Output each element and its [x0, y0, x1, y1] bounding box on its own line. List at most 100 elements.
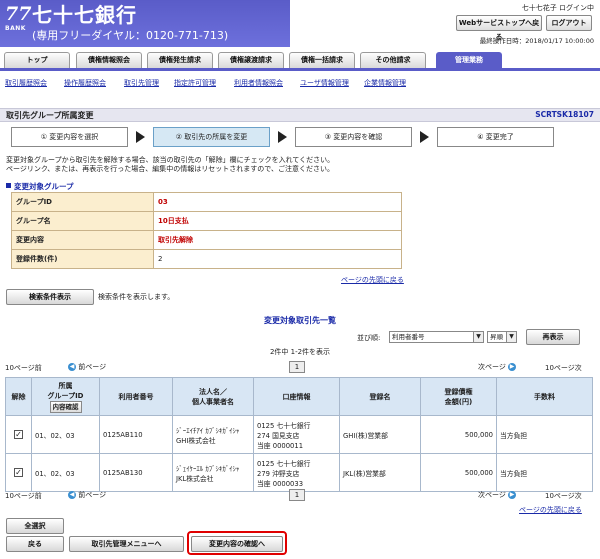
redisplay-button[interactable]: 再表示: [526, 329, 580, 345]
page-top-link[interactable]: ページの先頭に戻る: [519, 505, 582, 515]
page-top-link[interactable]: ページの先頭に戻る: [341, 275, 404, 285]
corp-name: JKL株式会社: [176, 474, 214, 483]
col-amount-line1: 登録債権: [444, 387, 473, 396]
amount-cell: 500,000: [420, 415, 497, 454]
tab-credit-issue[interactable]: 債権発生請求: [147, 52, 213, 68]
pager-next-label: 次ページ: [478, 491, 506, 499]
step-4: ④ 変更完了: [437, 127, 554, 147]
info-row: グループ名 10日支払: [11, 211, 402, 231]
section-title: 変更対象グループ: [14, 182, 74, 191]
order-value: 昇順: [490, 333, 503, 341]
back-button[interactable]: 戻る: [6, 536, 64, 552]
sort-value: 利用者番号: [392, 333, 425, 341]
release-checkbox[interactable]: ✓: [14, 468, 23, 477]
col-account: 口座情報: [253, 377, 340, 416]
tab-other-request[interactable]: その他請求: [360, 52, 426, 68]
subnav-company-management[interactable]: 企業情報管理: [364, 78, 406, 88]
page-title: 取引先グループ所属変更: [6, 111, 94, 120]
instruction-line-2: ページリンク、または、再表示を行った場合、編集中の情報はリセットされますので、ご…: [6, 165, 334, 173]
account-bank: 0125 七十七銀行: [257, 421, 311, 430]
account-branch: 279 沖野支店: [257, 469, 300, 478]
subnav-transaction-history[interactable]: 取引履歴照会: [5, 78, 47, 88]
release-cell: ✓: [5, 453, 32, 492]
col-corp-line2: 個人事業者名: [192, 397, 234, 406]
web-service-top-button[interactable]: Webサービストップへ戻る: [456, 15, 542, 41]
freedial-number: (専用フリーダイヤル：0120-771-713): [32, 29, 229, 42]
col-fee: 手数料: [496, 377, 593, 416]
subnav-permission-management[interactable]: 指定許可管理: [174, 78, 216, 88]
tab-credit-info[interactable]: 債権情報照会: [76, 52, 142, 68]
release-checkbox[interactable]: ✓: [14, 430, 23, 439]
partner-menu-button[interactable]: 取引先管理メニューへ: [69, 536, 184, 552]
fee-cell: 当方負担: [496, 415, 593, 454]
subnav-partner-management[interactable]: 取引先管理: [124, 78, 159, 88]
logout-button[interactable]: ログアウト: [546, 15, 592, 31]
tab-bulk-request[interactable]: 債権一括請求: [289, 52, 355, 68]
col-registered-name: 登録名: [339, 377, 421, 416]
pager-prev-label: 前ページ: [78, 363, 107, 371]
info-label: 変更内容: [11, 230, 154, 250]
col-release: 解除: [5, 377, 32, 416]
subnav-operation-history[interactable]: 操作履歴照会: [64, 78, 106, 88]
table-row: ✓ 01、02、03 0125AB110 ｼﾞｰｴｲﾁｱｲ ｶﾌﾞｼｷｶﾞｲｼｬ…: [5, 415, 593, 454]
pager-next[interactable]: 次ページ ▶: [478, 490, 517, 500]
table-header-row: 解除 所属 グループID 内容確認 利用者番号 法人名／ 個人事業者名 口座情報…: [5, 377, 593, 416]
col-group-id-line1: 所属: [58, 381, 73, 390]
account-cell: 0125 七十七銀行 274 国見支店 当座 0000011: [253, 415, 340, 454]
subnav-user-info[interactable]: 利用者情報照会: [234, 78, 283, 88]
col-corp-name: 法人名／ 個人事業者名: [172, 377, 254, 416]
pager-prev-label: 前ページ: [78, 491, 107, 499]
pager-next-label: 次ページ: [478, 363, 506, 371]
info-row: グループID 03: [11, 192, 402, 212]
corp-cell: ｼﾞｰｴｲﾁｱｲ ｶﾌﾞｼｷｶﾞｲｼｬ GHI株式会社: [172, 415, 254, 454]
tab-top[interactable]: トップ: [4, 52, 70, 68]
group-confirm-button[interactable]: 内容確認: [49, 400, 82, 413]
tab-admin[interactable]: 管理業務: [436, 52, 502, 69]
highlight-frame: [187, 531, 287, 555]
step-2-current: ② 取引先の所属を変更: [153, 127, 270, 147]
section-bullet-icon: [6, 183, 11, 188]
col-amount-line2: 金額(円): [444, 397, 473, 406]
pager-prev[interactable]: ◀ 前ページ: [68, 362, 106, 372]
last-operation-time: 最終操作日時：2018/01/17 10:00:00: [479, 37, 594, 45]
current-page-box[interactable]: 1: [289, 489, 305, 501]
corp-kana: ｼﾞｰｴｲﾁｱｲ ｶﾌﾞｼｷｶﾞｲｼｬ: [176, 426, 240, 435]
chevron-down-icon: ▼: [473, 332, 483, 342]
bank-name: 七十七銀行: [32, 3, 137, 27]
tab-credit-transfer[interactable]: 債権譲渡請求: [218, 52, 284, 68]
info-value-change-type: 取引先解除: [153, 230, 402, 250]
show-search-button[interactable]: 検索条件表示: [6, 289, 94, 305]
info-value-count: 2: [153, 249, 402, 269]
col-amount: 登録債権 金額(円): [420, 377, 497, 416]
col-user-number: 利用者番号: [99, 377, 173, 416]
arrow-right-icon: ▶: [508, 363, 517, 371]
partner-list-table: 解除 所属 グループID 内容確認 利用者番号 法人名／ 個人事業者名 口座情報…: [5, 377, 593, 492]
user-status: 七十七花子 ログイン中: [521, 4, 594, 12]
pager-prev10-label: 10ページ前: [5, 364, 42, 372]
step-1: ① 変更内容を選択: [11, 127, 128, 147]
fee-cell: 当方負担: [496, 453, 593, 492]
corp-kana: ｼﾞｪｲｹｰｴﾙ ｶﾌﾞｼｷｶﾞｲｼｬ: [176, 464, 240, 473]
registered-name-cell: GHI(株)営業部: [339, 415, 421, 454]
order-select[interactable]: 昇順 ▼: [487, 331, 517, 343]
account-cell: 0125 七十七銀行 279 沖野支店 当座 0000033: [253, 453, 340, 492]
pager-prev10-label: 10ページ前: [5, 492, 42, 500]
chevron-down-icon: ▼: [506, 332, 516, 342]
table-row: ✓ 01、02、03 0125AB130 ｼﾞｪｲｹｰｴﾙ ｶﾌﾞｼｷｶﾞｲｼｬ…: [5, 453, 593, 492]
amount-cell: 500,000: [420, 453, 497, 492]
list-title: 変更対象取引先一覧: [264, 316, 336, 325]
arrow-left-icon: ◀: [68, 363, 76, 371]
subnav-user-management[interactable]: ユーザ情報管理: [300, 78, 349, 88]
col-corp-line1: 法人名／: [199, 387, 227, 396]
current-page-box[interactable]: 1: [289, 361, 305, 373]
step-3: ③ 変更内容を確認: [295, 127, 412, 147]
pager-next[interactable]: 次ページ ▶: [478, 362, 517, 372]
bank-logo-text: BANK: [5, 25, 26, 32]
sort-select[interactable]: 利用者番号 ▼: [389, 331, 484, 343]
select-all-button[interactable]: 全選択: [6, 518, 64, 534]
account-branch: 274 国見支店: [257, 431, 300, 440]
pager-prev[interactable]: ◀ 前ページ: [68, 490, 106, 500]
info-row: 変更内容 取引先解除: [11, 230, 402, 250]
info-row: 登録件数(件) 2: [11, 249, 402, 269]
group-ids-cell: 01、02、03: [31, 415, 100, 454]
